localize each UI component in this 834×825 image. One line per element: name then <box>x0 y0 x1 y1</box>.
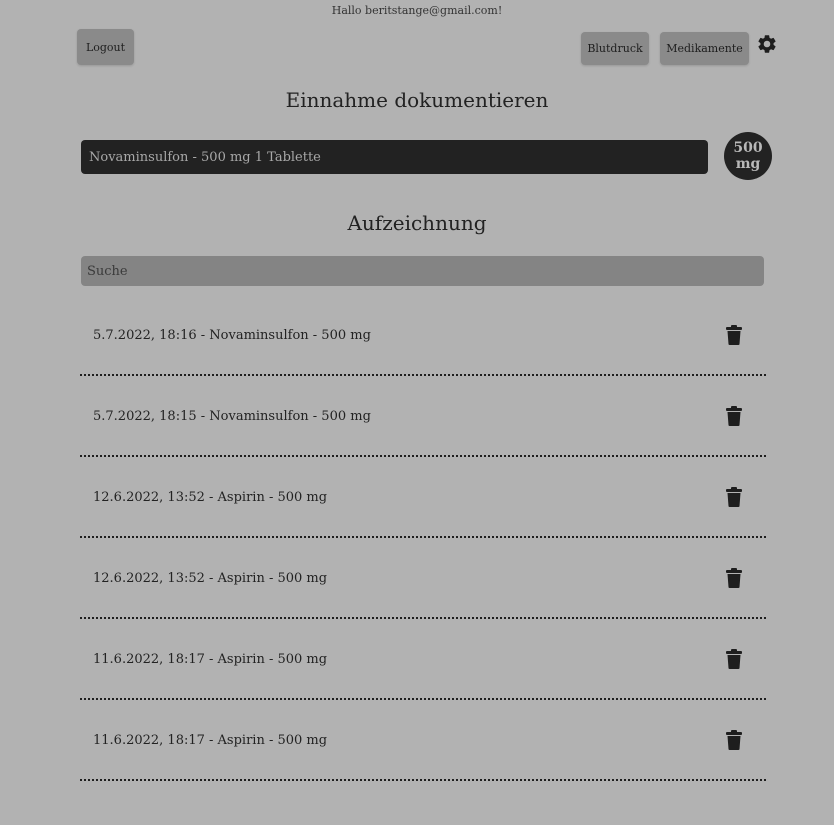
medication-select[interactable]: Novaminsulfon - 500 mg 1 Tablette <box>81 140 708 174</box>
trash-icon[interactable] <box>726 487 742 507</box>
record-label: 5.7.2022, 18:16 - Novaminsulfon - 500 mg <box>93 328 371 343</box>
record-row: 5.7.2022, 18:15 - Novaminsulfon - 500 mg <box>80 376 766 457</box>
record-label: 11.6.2022, 18:17 - Aspirin - 500 mg <box>93 733 328 748</box>
dose-value: 500 <box>733 140 763 156</box>
record-label: 12.6.2022, 13:52 - Aspirin - 500 mg <box>93 571 328 586</box>
trash-icon[interactable] <box>726 406 742 426</box>
record-row: 12.6.2022, 13:52 - Aspirin - 500 mg <box>80 538 766 619</box>
record-label: 12.6.2022, 13:52 - Aspirin - 500 mg <box>93 490 328 505</box>
records-title: Aufzeichnung <box>347 211 487 235</box>
record-label: 5.7.2022, 18:15 - Novaminsulfon - 500 mg <box>93 409 371 424</box>
page: Hallo beritstange@gmail.com! Logout Blut… <box>0 0 834 825</box>
trash-icon[interactable] <box>726 568 742 588</box>
dose-unit: mg <box>735 156 761 172</box>
medikamente-button[interactable]: Medikamente <box>660 32 749 65</box>
records-list: 5.7.2022, 18:16 - Novaminsulfon - 500 mg… <box>80 295 766 781</box>
record-label: 11.6.2022, 18:17 - Aspirin - 500 mg <box>93 652 328 667</box>
search-input[interactable] <box>81 256 764 286</box>
trash-icon[interactable] <box>726 730 742 750</box>
greeting-text: Hallo beritstange@gmail.com! <box>331 4 503 17</box>
record-row: 12.6.2022, 13:52 - Aspirin - 500 mg <box>80 457 766 538</box>
medication-select-value: Novaminsulfon - 500 mg 1 Tablette <box>89 149 321 165</box>
intake-title: Einnahme dokumentieren <box>285 88 549 112</box>
record-row: 11.6.2022, 18:17 - Aspirin - 500 mg <box>80 619 766 700</box>
record-row: 5.7.2022, 18:16 - Novaminsulfon - 500 mg <box>80 295 766 376</box>
trash-icon[interactable] <box>726 649 742 669</box>
dose-button[interactable]: 500 mg <box>724 132 772 180</box>
trash-icon[interactable] <box>726 325 742 345</box>
blutdruck-button[interactable]: Blutdruck <box>581 32 649 65</box>
gear-icon[interactable] <box>756 33 778 55</box>
record-row: 11.6.2022, 18:17 - Aspirin - 500 mg <box>80 700 766 781</box>
logout-button[interactable]: Logout <box>77 29 134 65</box>
